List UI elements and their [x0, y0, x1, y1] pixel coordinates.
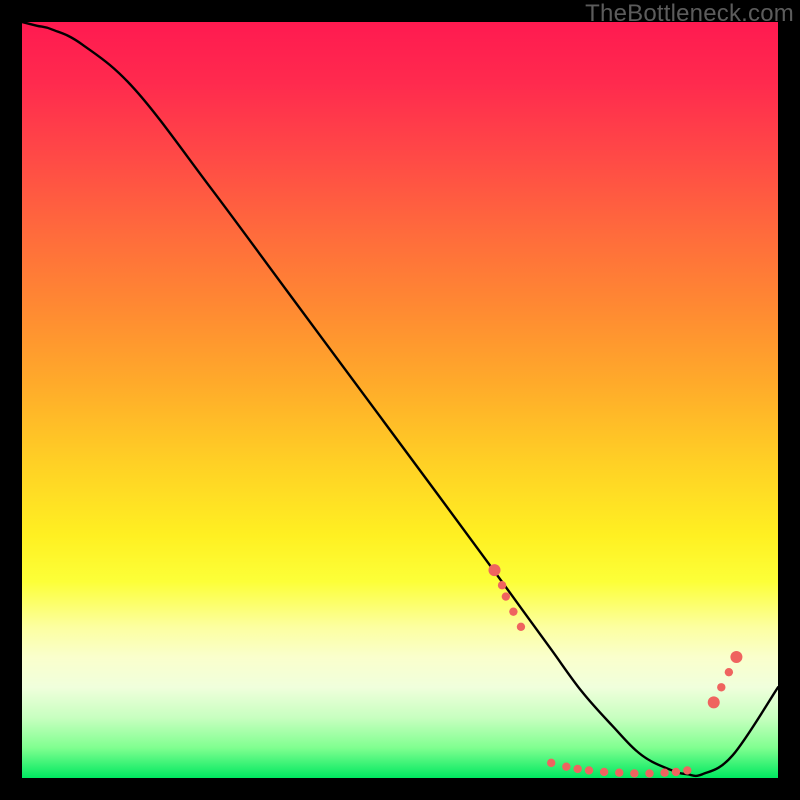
- data-marker: [708, 696, 720, 708]
- plot-area: [22, 22, 778, 778]
- data-marker: [509, 607, 517, 615]
- data-marker: [660, 769, 668, 777]
- data-marker: [683, 766, 691, 774]
- curve-path: [22, 22, 778, 776]
- watermark: TheBottleneck.com: [585, 0, 794, 28]
- data-marker: [600, 768, 608, 776]
- data-marker: [498, 581, 506, 589]
- data-marker: [502, 592, 510, 600]
- curve-svg: [22, 22, 778, 778]
- data-marker: [630, 769, 638, 777]
- data-marker: [489, 564, 501, 576]
- data-marker: [645, 769, 653, 777]
- data-marker: [562, 762, 570, 770]
- data-marker: [573, 765, 581, 773]
- data-marker: [730, 651, 742, 663]
- data-marker: [517, 623, 525, 631]
- data-marker: [725, 668, 733, 676]
- data-marker: [672, 768, 680, 776]
- chart-frame: TheBottleneck.com: [0, 0, 800, 800]
- data-marker: [547, 759, 555, 767]
- data-marker: [615, 769, 623, 777]
- data-marker: [585, 766, 593, 774]
- data-marker: [717, 683, 725, 691]
- marker-group: [489, 564, 743, 778]
